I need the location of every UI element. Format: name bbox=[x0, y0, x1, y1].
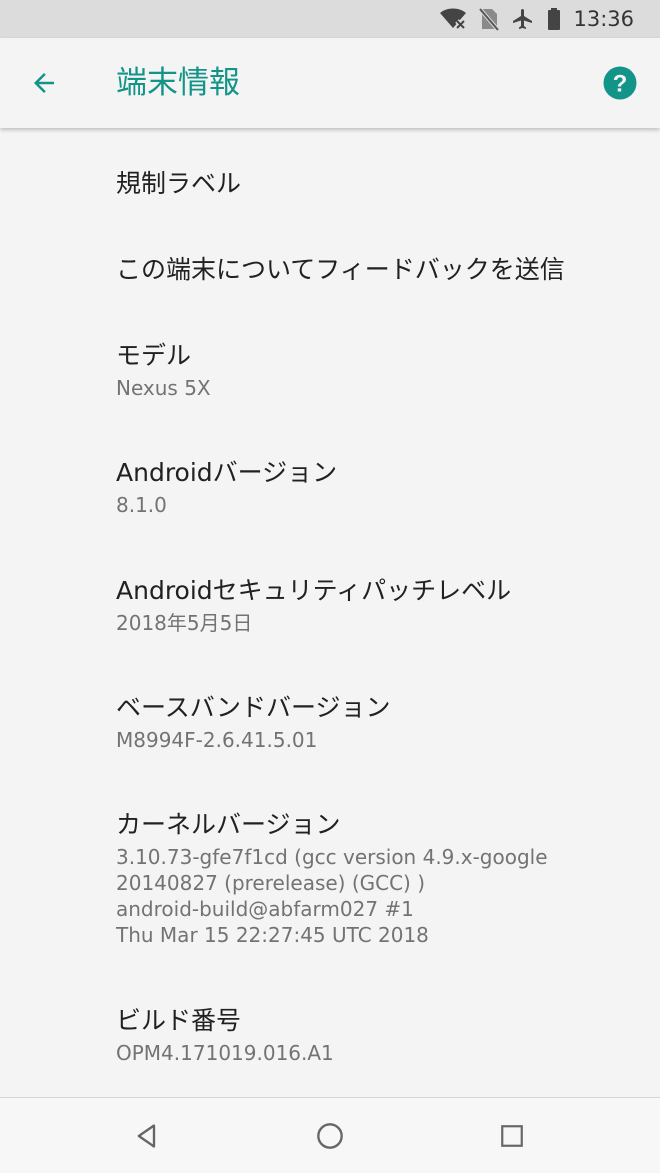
status-time: 13:36 bbox=[573, 7, 634, 31]
item-summary: OPM4.171019.016.A1 bbox=[116, 1041, 334, 1065]
item-summary: 2018年5月5日 bbox=[116, 611, 253, 635]
back-button[interactable] bbox=[22, 61, 66, 105]
list-item-security-patch[interactable]: Androidセキュリティパッチレベル 2018年5月5日 bbox=[116, 574, 636, 636]
battery-icon bbox=[547, 7, 561, 31]
nav-recents-button[interactable] bbox=[492, 1116, 532, 1156]
page-title: 端末情報 bbox=[116, 65, 240, 101]
list-item-regulatory-labels[interactable]: 規制ラベル bbox=[116, 167, 636, 201]
item-title: Androidバージョン bbox=[116, 458, 338, 487]
svg-text:?: ? bbox=[613, 70, 628, 97]
app-bar: 端末情報 ? bbox=[0, 38, 660, 128]
back-triangle-icon bbox=[137, 1124, 156, 1148]
item-summary: 3.10.73-gfe7f1cd (gcc version 4.9.x-goog… bbox=[116, 845, 548, 947]
nav-back-button[interactable] bbox=[127, 1116, 167, 1156]
item-title: この端末についてフィードバックを送信 bbox=[116, 255, 565, 284]
arrow-back-icon bbox=[34, 73, 54, 93]
status-bar: 13:36 bbox=[0, 0, 660, 38]
help-button[interactable]: ? bbox=[600, 63, 640, 103]
item-title: ビルド番号 bbox=[116, 1006, 242, 1035]
list-item-android-version[interactable]: Androidバージョン 8.1.0 bbox=[116, 456, 636, 518]
item-title: ベースバンドバージョン bbox=[116, 693, 391, 722]
airplane-icon bbox=[511, 7, 535, 31]
recents-square-icon bbox=[501, 1125, 523, 1147]
item-title: モデル bbox=[116, 341, 192, 370]
navigation-bar bbox=[0, 1097, 660, 1173]
list-item-baseband-version[interactable]: ベースバンドバージョン M8994F-2.6.41.5.01 bbox=[116, 691, 636, 753]
no-sim-icon bbox=[479, 7, 500, 31]
item-title: カーネルバージョン bbox=[116, 810, 341, 839]
help-circle-icon: ? bbox=[603, 66, 637, 100]
nav-home-button[interactable] bbox=[310, 1116, 350, 1156]
item-summary: Nexus 5X bbox=[116, 376, 211, 400]
list-item-kernel-version[interactable]: カーネルバージョン 3.10.73-gfe7f1cd (gcc version … bbox=[116, 808, 636, 948]
list-item-model[interactable]: モデル Nexus 5X bbox=[116, 339, 636, 401]
item-summary: M8994F-2.6.41.5.01 bbox=[116, 728, 318, 752]
list-item-build-number[interactable]: ビルド番号 OPM4.171019.016.A1 bbox=[116, 1004, 636, 1066]
item-title: Androidセキュリティパッチレベル bbox=[116, 576, 512, 605]
wifi-off-icon bbox=[439, 7, 467, 31]
list-item-send-feedback[interactable]: この端末についてフィードバックを送信 bbox=[116, 253, 636, 287]
item-summary: 8.1.0 bbox=[116, 493, 167, 517]
home-circle-icon bbox=[317, 1123, 343, 1149]
item-title: 規制ラベル bbox=[116, 169, 242, 198]
